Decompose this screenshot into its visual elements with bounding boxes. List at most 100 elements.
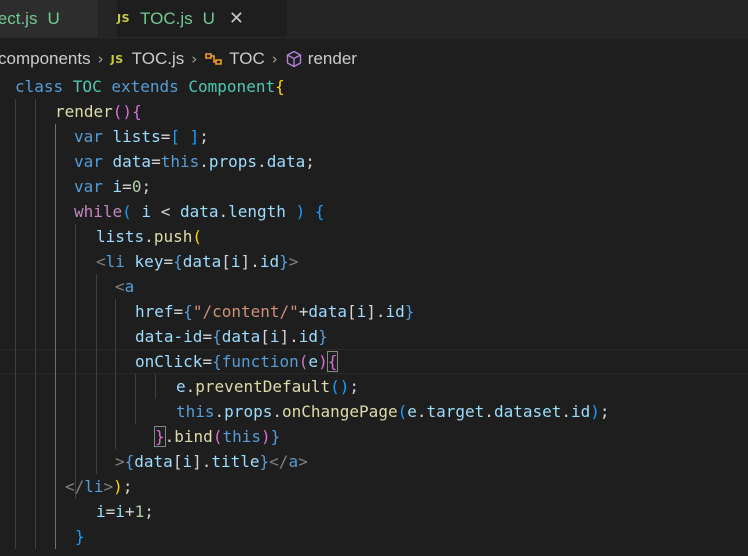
code-token: i [115, 502, 125, 521]
breadcrumb-item-toc-js[interactable]: JS TOC.js [111, 49, 185, 69]
untracked-status-badge: U [202, 8, 215, 28]
tab-bar: ject.js U JS TOC.js U ✕ [0, 0, 748, 38]
code-line: href={"/content/"+data[i].id} [135, 299, 414, 324]
code-token: this [176, 402, 215, 421]
untracked-status-badge: U [47, 8, 60, 28]
code-token: . [164, 427, 175, 446]
breadcrumb: components › JS TOC.js › TOC › render [0, 46, 357, 72]
code-token: = [163, 252, 174, 271]
breadcrumb-item-render-method[interactable]: render [285, 49, 357, 69]
code-token: ( [122, 202, 142, 221]
code-token: { [314, 202, 325, 221]
code-token: . [272, 402, 282, 421]
code-line: data-id={data[i].id} [135, 324, 328, 349]
code-token: > [115, 452, 125, 471]
code-token: data [266, 152, 306, 171]
code-token: . [257, 152, 267, 171]
code-token: } [259, 452, 270, 471]
code-token: ; [141, 177, 152, 196]
code-token: ; [199, 127, 209, 146]
code-token: = [151, 152, 161, 171]
code-token: = [105, 502, 116, 521]
breadcrumb-item-toc-class[interactable]: TOC [204, 49, 265, 69]
code-line: var lists=[ ]; [74, 124, 209, 149]
code-token: while [74, 202, 123, 221]
code-token: bind [174, 427, 213, 446]
breadcrumb-separator-icon: › [191, 50, 198, 68]
close-icon[interactable]: ✕ [229, 8, 244, 29]
code-token: id [298, 327, 319, 346]
code-token: li [84, 477, 104, 496]
code-line: lists.push( [96, 224, 202, 249]
code-token: render [55, 102, 113, 121]
code-token: = [202, 327, 213, 346]
code-token: ; [144, 502, 154, 521]
code-token: { [275, 77, 285, 96]
code-token: = [202, 352, 213, 371]
code-token: push [153, 227, 193, 246]
code-token: data [308, 302, 347, 321]
code-token: data [182, 252, 222, 271]
code-token: > [103, 477, 114, 496]
code-token: ( [192, 227, 202, 246]
code-token: target [426, 402, 485, 421]
code-token: var [74, 152, 113, 171]
code-token: title [211, 452, 260, 471]
code-token: function [221, 352, 299, 371]
tab-toc-js[interactable]: JS TOC.js U ✕ [117, 0, 287, 37]
code-token: () [112, 102, 133, 121]
code-token: i [112, 177, 123, 196]
code-token: = [160, 127, 171, 146]
code-token: i [96, 502, 106, 521]
code-token: ; [599, 402, 610, 421]
indent-guide [96, 274, 97, 474]
code-line: <a [115, 274, 134, 299]
code-line: var i=0; [74, 174, 151, 199]
code-token: TOC [72, 77, 112, 96]
indent-guide [155, 374, 156, 399]
code-line: e.preventDefault(); [176, 374, 359, 399]
code-token: var [74, 127, 113, 146]
code-token: . [199, 152, 209, 171]
code-line: while( i < data.length ) { [74, 199, 325, 224]
code-token: i [269, 327, 280, 346]
code-token: } [279, 252, 289, 271]
code-token: [ ] [170, 127, 200, 146]
code-token: = [173, 302, 184, 321]
code-token: + [124, 502, 135, 521]
code-token: > [298, 452, 308, 471]
code-token: var [74, 177, 113, 196]
code-token: length [228, 202, 296, 221]
code-token: ]. [192, 452, 212, 471]
code-token: this [222, 427, 261, 446]
code-token: data-id [135, 327, 203, 346]
code-token: . [416, 402, 427, 421]
breadcrumb-label: components [0, 49, 91, 68]
code-token: ( [212, 427, 223, 446]
code-token: ]. [366, 302, 386, 321]
code-token: { [132, 102, 142, 121]
code-token: { [326, 351, 339, 372]
code-token: data [134, 452, 173, 471]
breadcrumb-label: render [307, 49, 357, 68]
code-token: ( [397, 402, 408, 421]
breadcrumb-item-components[interactable]: components [0, 49, 91, 69]
code-line: <li key={data[i].id}> [96, 249, 298, 274]
code-token: { [124, 452, 135, 471]
code-token: id [385, 302, 405, 321]
code-token: Component [188, 77, 276, 96]
code-token: lists [112, 127, 161, 146]
code-token: dataset [493, 402, 562, 421]
code-editor[interactable]: class TOC extends Component{render(){var… [0, 74, 748, 556]
code-token: 0 [131, 177, 142, 196]
code-line: } [75, 524, 85, 549]
breadcrumb-separator-icon: › [97, 50, 104, 68]
tab-project-js[interactable]: ject.js U [0, 0, 99, 37]
code-line: </li>); [65, 474, 132, 499]
breadcrumb-label: TOC.js [131, 49, 185, 68]
code-token: i [230, 252, 241, 271]
code-token: i [141, 202, 161, 221]
code-token: class [15, 77, 73, 96]
